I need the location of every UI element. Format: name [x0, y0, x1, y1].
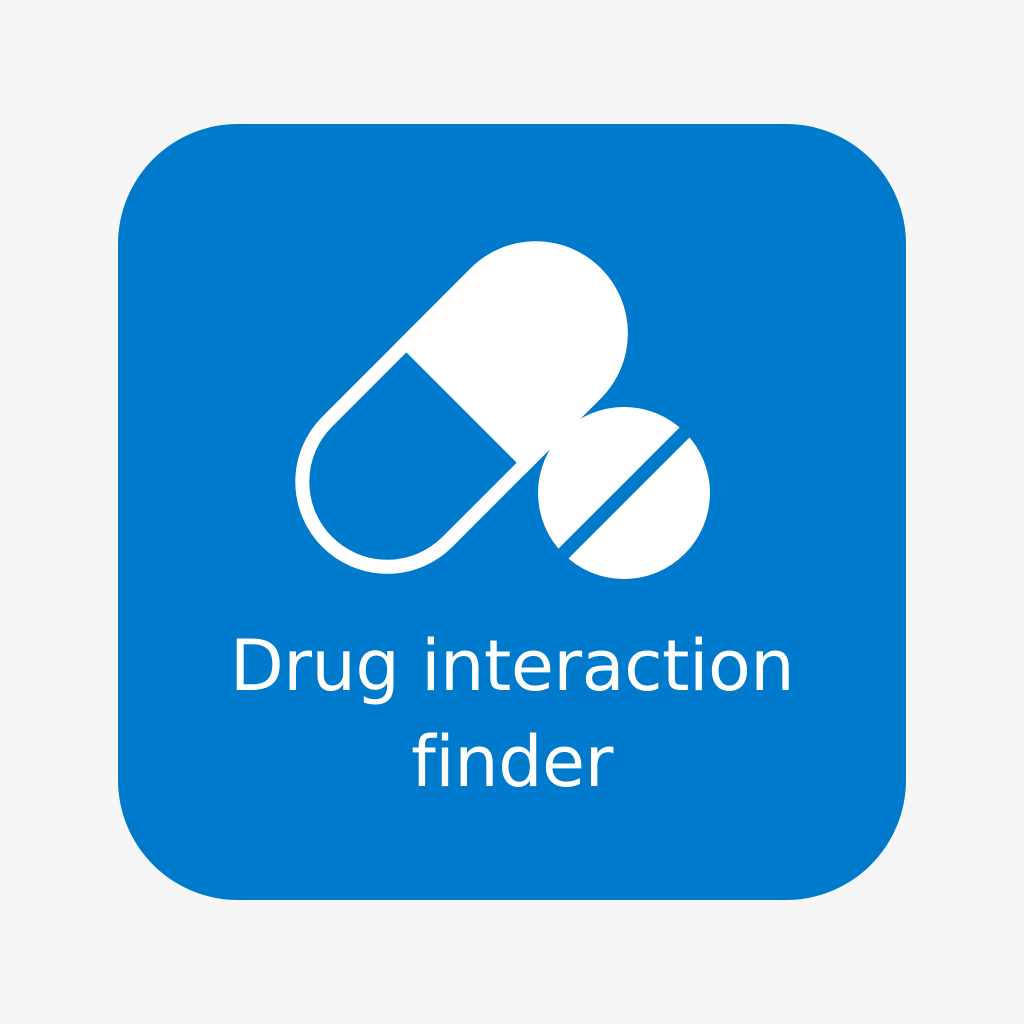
app-icon-tile[interactable]: Drug interaction finder — [118, 124, 906, 900]
app-label: Drug interaction finder — [118, 618, 906, 810]
app-label-line-2: finder — [411, 721, 613, 803]
tablet-icon — [538, 407, 710, 579]
app-label-line-1: Drug interaction — [229, 625, 795, 707]
page: Drug interaction finder — [0, 0, 1024, 1024]
